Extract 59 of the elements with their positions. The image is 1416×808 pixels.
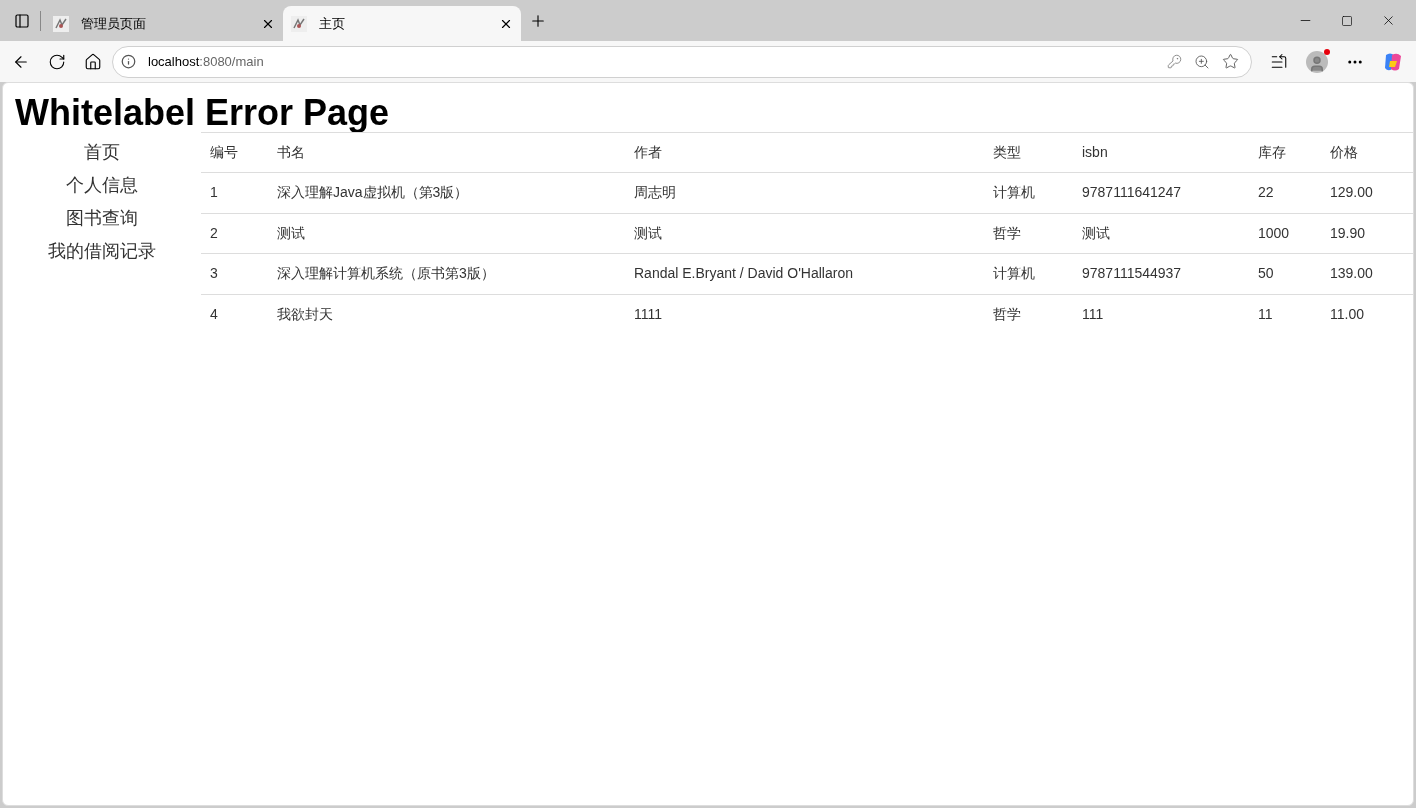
table-cell-text: 9787111641247 <box>1082 183 1183 203</box>
key-icon[interactable] <box>1167 54 1182 69</box>
column-header: 编号 <box>210 143 239 162</box>
profile-avatar[interactable] <box>1306 50 1328 73</box>
nav-link[interactable]: 图书查询 <box>66 202 138 235</box>
table-cell-text: 9787111544937 <box>1082 264 1183 284</box>
site-favicon-icon <box>53 15 69 32</box>
maximize-icon[interactable] <box>1341 14 1353 27</box>
tab-title: 管理员页面 <box>81 14 147 33</box>
home-icon[interactable] <box>84 52 102 71</box>
table-cell-text: 测试 <box>1082 223 1111 243</box>
tab-actions-icon[interactable] <box>14 12 30 29</box>
table-cell-text: 周志明 <box>634 183 677 203</box>
reload-icon[interactable] <box>48 52 66 71</box>
table-cell-text: 1 <box>210 183 219 203</box>
browser-tab[interactable]: 主页 <box>283 6 521 41</box>
column-header: 库存 <box>1258 143 1287 162</box>
table-cell-text: 22 <box>1258 183 1275 203</box>
table-cell-text: 129.00 <box>1330 183 1374 203</box>
table-cell-text: 哲学 <box>993 305 1022 325</box>
nav-link[interactable]: 我的借阅记录 <box>48 235 156 268</box>
nav-link[interactable]: 首页 <box>84 136 120 169</box>
site-favicon-icon <box>291 15 307 32</box>
table-cell-text: 111 <box>1082 305 1105 325</box>
table-cell-text: Randal E.Bryant / David O'Hallaron <box>634 264 854 284</box>
table-cell-text: 哲学 <box>993 223 1022 243</box>
table-cell-text: 11.00 <box>1330 305 1365 325</box>
address-bar[interactable]: localhost:8080/main <box>112 45 1252 78</box>
favorites-icon[interactable] <box>1270 52 1288 71</box>
star-icon[interactable] <box>1222 53 1239 70</box>
browser-tab[interactable]: 管理员页面 <box>45 6 283 41</box>
table-cell-text: 计算机 <box>993 183 1036 203</box>
table-cell-text: 50 <box>1258 264 1275 284</box>
table-cell-text: 2 <box>210 223 219 243</box>
url-text: localhost:8080/main <box>148 52 265 71</box>
table-cell-text: 1111 <box>634 305 664 325</box>
table-cell-text: 测试 <box>277 223 306 243</box>
tab-title: 主页 <box>319 14 346 33</box>
column-header: isbn <box>1082 143 1109 162</box>
table-cell-text: 4 <box>210 305 219 325</box>
column-header: 书名 <box>277 143 306 162</box>
close-icon[interactable] <box>1381 13 1396 28</box>
table-cell-text: 深入理解Java虚拟机（第3版） <box>277 183 470 203</box>
table-cell-text: 我欲封天 <box>277 305 334 325</box>
table-cell-text: 计算机 <box>993 264 1036 284</box>
table-cell-text: 1000 <box>1258 223 1291 243</box>
column-header: 作者 <box>634 143 663 162</box>
table-cell-text: 19.90 <box>1330 223 1367 243</box>
nav-link[interactable]: 个人信息 <box>66 169 138 202</box>
table-cell-text: 139.00 <box>1330 264 1374 284</box>
zoom-icon[interactable] <box>1194 53 1210 70</box>
column-header: 价格 <box>1330 143 1359 162</box>
table-cell-text: 深入理解计算机系统（原书第3版） <box>277 264 496 284</box>
page-heading: Whitelabel Error Page <box>14 91 391 132</box>
column-header: 类型 <box>993 143 1022 162</box>
info-icon[interactable] <box>121 54 136 69</box>
table-cell-text: 11 <box>1258 305 1274 325</box>
table-cell-text: 3 <box>210 264 219 284</box>
table-cell-text: 测试 <box>634 223 663 243</box>
